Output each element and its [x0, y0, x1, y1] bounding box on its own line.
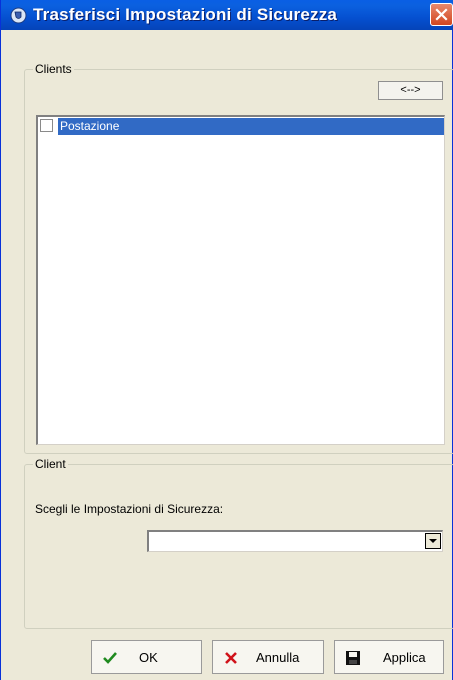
security-settings-label: Scegli le Impostazioni di Sicurezza:	[35, 502, 224, 516]
apply-button[interactable]: Applica	[334, 640, 444, 674]
checkmark-icon	[103, 652, 117, 664]
clients-group-legend: Clients	[33, 62, 74, 76]
cancel-label: Annulla	[256, 650, 300, 665]
client-group-legend: Client	[33, 457, 68, 471]
title-bar[interactable]: Trasferisci Impostazioni di Sicurezza	[1, 0, 453, 30]
security-settings-select[interactable]	[147, 530, 443, 552]
close-icon	[435, 8, 448, 21]
dropdown-button[interactable]	[425, 533, 441, 549]
swap-button[interactable]: <-->	[378, 81, 443, 100]
window-title: Trasferisci Impostazioni di Sicurezza	[33, 5, 338, 24]
ok-label: OK	[139, 650, 158, 665]
list-item-label: Postazione	[58, 118, 444, 135]
close-button[interactable]	[430, 3, 453, 26]
list-item-checkbox[interactable]	[40, 119, 53, 132]
dialog-window: Trasferisci Impostazioni di Sicurezza Cl…	[0, 0, 453, 680]
client-group: Client Scegli le Impostazioni di Sicurez…	[24, 457, 453, 629]
ok-button[interactable]: OK	[91, 640, 202, 674]
x-cancel-icon	[225, 652, 237, 664]
list-item[interactable]: Postazione	[39, 118, 444, 135]
clients-listbox[interactable]: Postazione	[36, 115, 445, 445]
cancel-button[interactable]: Annulla	[212, 640, 324, 674]
apply-label: Applica	[383, 650, 426, 665]
app-shield-icon	[10, 7, 27, 24]
clients-group: Clients <--> Postazione	[24, 62, 453, 454]
floppy-save-icon	[346, 651, 360, 665]
chevron-down-icon	[429, 539, 437, 543]
